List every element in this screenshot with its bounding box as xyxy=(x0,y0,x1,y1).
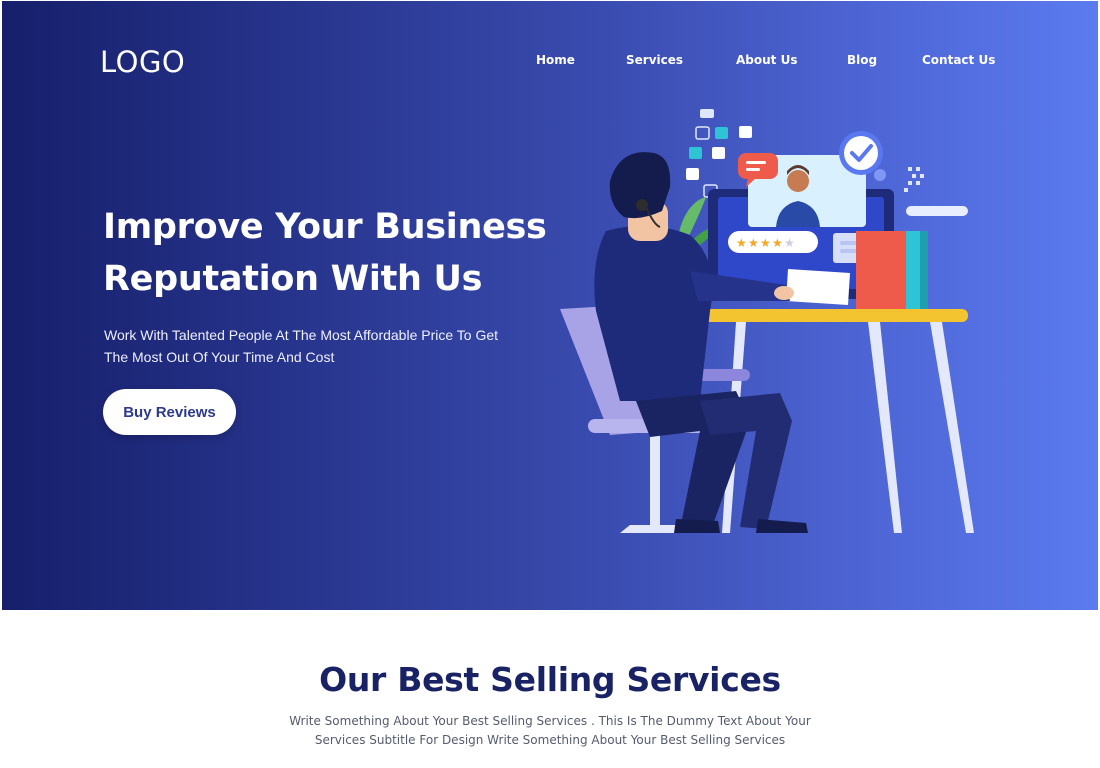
hero-illustration: ★ ★ ★ ★ ★ xyxy=(560,109,974,533)
hero-headline: Improve Your Business Reputation With Us xyxy=(103,201,573,305)
nav-link-contact-us[interactable]: Contact Us xyxy=(922,53,995,67)
svg-text:★: ★ xyxy=(784,236,795,250)
hero-section: LOGO Home Services About Us Blog Contact… xyxy=(2,1,1098,610)
services-subtitle-line-2: Services Subtitle For Design Write Somet… xyxy=(314,733,786,747)
hero-subtext-line-1: Work With Talented People At The Most Af… xyxy=(104,327,499,343)
dots-decoration xyxy=(904,167,924,192)
hero-headline-line-2: Reputation With Us xyxy=(103,259,483,299)
services-title: Our Best Selling Services xyxy=(319,660,781,699)
svg-text:★: ★ xyxy=(748,236,759,250)
rating-stars: ★ ★ ★ ★ ★ xyxy=(736,236,795,250)
hero-headline-line-1: Improve Your Business xyxy=(103,207,547,247)
buy-reviews-button[interactable]: Buy Reviews xyxy=(103,389,236,435)
services-subtitle: Write Something About Your Best Selling … xyxy=(270,712,830,750)
floating-squares-decoration xyxy=(686,109,752,198)
nav-link-about-us[interactable]: About Us xyxy=(736,53,797,67)
books-illustration xyxy=(856,231,928,311)
svg-text:★: ★ xyxy=(736,236,747,250)
paper-illustration xyxy=(786,269,850,305)
hero-subtext: Work With Talented People At The Most Af… xyxy=(104,324,544,368)
main-nav: Home Services About Us Blog Contact Us xyxy=(2,53,1098,73)
svg-text:★: ★ xyxy=(772,236,783,250)
services-subtitle-line-1: Write Something About Your Best Selling … xyxy=(289,714,811,728)
nav-link-home[interactable]: Home xyxy=(536,53,575,67)
svg-text:★: ★ xyxy=(760,236,771,250)
nav-link-blog[interactable]: Blog xyxy=(847,53,877,67)
nav-link-services[interactable]: Services xyxy=(626,53,683,67)
hero-subtext-line-2: The Most Out Of Your Time And Cost xyxy=(104,349,335,365)
floating-bar-decoration xyxy=(906,206,968,216)
